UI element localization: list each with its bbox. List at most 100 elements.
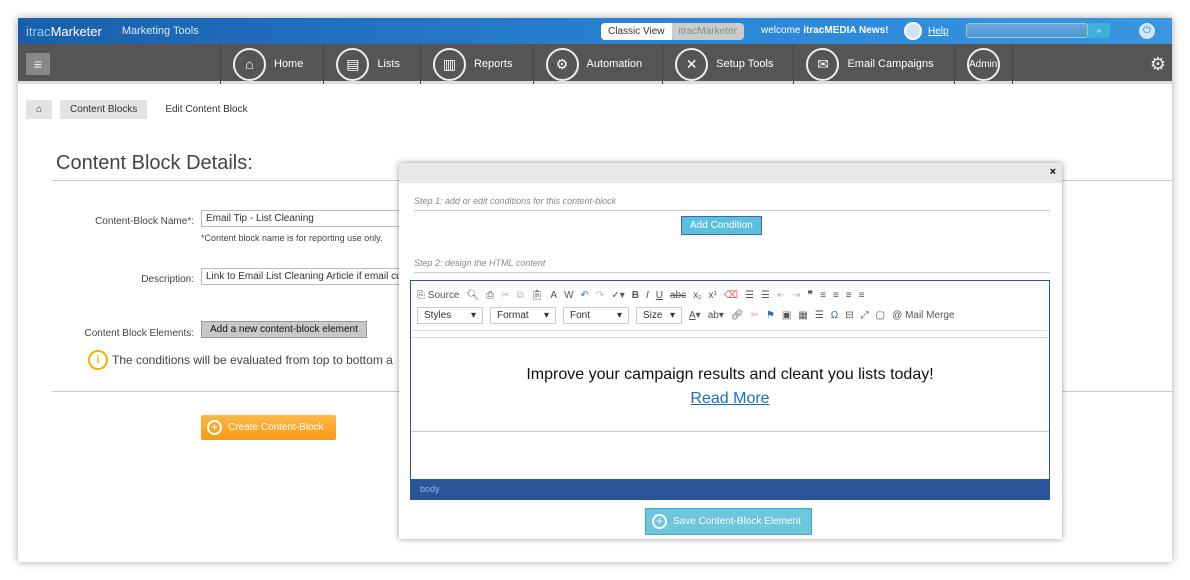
search-input[interactable] [966, 23, 1088, 38]
info-message: i The conditions will be evaluated from t… [88, 350, 393, 370]
redo-icon[interactable]: ↷ [596, 290, 604, 301]
editor-path-bar[interactable]: body [411, 479, 1049, 499]
help-icon[interactable] [904, 22, 922, 40]
contacts-icon: ▤ [336, 47, 370, 81]
name-note: *Content block name is for reporting use… [201, 233, 383, 243]
elements-label: Content Block Elements: [84, 328, 195, 339]
add-condition-button[interactable]: Add Condition [681, 216, 762, 235]
paste-text-icon[interactable]: A [550, 290, 557, 301]
mail-merge-button[interactable]: @ Mail Merge [892, 310, 954, 321]
name-label: Content-Block Name*: [95, 216, 194, 227]
source-button[interactable]: ⎘ Source [417, 290, 459, 301]
step1-label: Step 1: add or edit conditions for this … [414, 196, 1050, 211]
breadcrumb-current: Edit Content Block [165, 104, 248, 115]
power-icon[interactable]: ⏻ [1139, 23, 1155, 39]
horizontal-line-icon[interactable]: ☰ [815, 310, 824, 321]
welcome-text: welcome itracMEDIA News! [761, 25, 889, 36]
page-break-icon[interactable]: ⊟ [845, 310, 853, 321]
editor-content[interactable]: Improve your campaign results and cleant… [411, 337, 1049, 432]
subscript-icon[interactable]: x₁ [693, 290, 701, 301]
print-icon[interactable]: ⎙ [486, 290, 494, 301]
html-editor: ⎘ Source 🔍︎ ⎙ ✂ ⧉ 📋︎ A W ↶ ↷ ✓▾ BIU abc x₁ x¹ ⌫… [410, 280, 1050, 500]
bold-icon[interactable]: B [632, 290, 639, 301]
special-char-icon[interactable]: Ω [831, 310, 838, 321]
styles-dropdown[interactable]: Styles ▾ [417, 306, 483, 324]
maximize-icon[interactable]: ⤢ [861, 310, 869, 321]
plus-icon: + [207, 420, 222, 435]
gear-icon[interactable]: ⚙ [1150, 54, 1166, 75]
home-icon[interactable]: ⌂ [26, 100, 53, 119]
save-element-button[interactable]: + Save Content-Block Element [645, 508, 812, 535]
nav-home[interactable]: ⌂ Home [220, 44, 323, 84]
preview-icon[interactable]: 🔍︎ [466, 290, 479, 301]
outdent-icon[interactable]: ⇤ [777, 290, 785, 301]
main-nav: ≡ ⌂ Home ▤ Lists ▥ Reports ⚙ Automation ✕ Set… [18, 44, 1172, 84]
classic-view-button[interactable]: Classic View [601, 23, 672, 40]
menu-icon[interactable]: ≡ [26, 53, 50, 75]
italic-icon[interactable]: I [646, 290, 649, 301]
bar-chart-icon: ▥ [432, 47, 466, 81]
breadcrumb-content-blocks[interactable]: Content Blocks [60, 100, 148, 119]
align-center-icon[interactable]: ≡ [833, 290, 839, 301]
undo-icon[interactable]: ↶ [581, 290, 589, 301]
table-icon[interactable]: ▦ [798, 310, 807, 321]
page-title: Content Block Details: [56, 152, 253, 174]
unlink-icon[interactable]: ✂ [751, 310, 759, 321]
marketing-tools-label: Marketing Tools [121, 25, 199, 37]
nav-email-campaigns[interactable]: ✉ Email Campaigns [793, 44, 953, 84]
spellcheck-icon[interactable]: ✓▾ [611, 290, 624, 301]
logo[interactable]: itracMarketer [26, 24, 102, 39]
copy-icon[interactable]: ⧉ [517, 290, 524, 301]
indent-icon[interactable]: ⇥ [792, 290, 800, 301]
name-input[interactable]: Email Tip - List Cleaning [201, 210, 421, 227]
align-left-icon[interactable]: ≡ [820, 290, 826, 301]
nav-automation[interactable]: ⚙ Automation [532, 44, 663, 84]
paste-icon[interactable]: 📋︎ [531, 290, 544, 301]
itracmarketer-view-button[interactable]: itracMarketer [671, 23, 744, 40]
strikethrough-icon[interactable]: abc [670, 290, 686, 301]
search-button[interactable]: ⌕ [1088, 23, 1110, 38]
breadcrumb: ⌂ Content Blocks Edit Content Block [26, 100, 266, 119]
size-dropdown[interactable]: Size ▾ [636, 306, 682, 324]
numbered-list-icon[interactable]: ☰ [745, 290, 754, 301]
info-icon: i [88, 350, 108, 370]
read-more-link[interactable]: Read More [411, 390, 1049, 408]
format-dropdown[interactable]: Format ▾ [490, 306, 556, 324]
bg-color-icon[interactable]: ab▾ [708, 310, 724, 321]
close-icon[interactable]: × [1050, 166, 1056, 178]
remove-format-icon[interactable]: ⌫ [724, 290, 738, 301]
plus-icon: + [652, 514, 667, 529]
tools-icon: ✕ [675, 47, 709, 81]
justify-icon[interactable]: ≡ [859, 290, 865, 301]
nav-setup-tools[interactable]: ✕ Setup Tools [662, 44, 793, 84]
home-icon: ⌂ [233, 47, 266, 81]
align-right-icon[interactable]: ≡ [846, 290, 852, 301]
nav-admin[interactable]: Admin [953, 44, 1013, 84]
help-link[interactable]: Help [928, 26, 949, 37]
superscript-icon[interactable]: x¹ [708, 290, 716, 301]
add-element-button[interactable]: Add a new content-block element [201, 321, 367, 338]
content-block-element-dialog: × Step 1: add or edit conditions for thi… [399, 163, 1062, 539]
font-dropdown[interactable]: Font ▾ [563, 306, 629, 324]
nav-reports[interactable]: ▥ Reports [419, 44, 533, 84]
image-icon[interactable]: ▣ [782, 310, 791, 321]
admin-label: Admin [966, 47, 1000, 81]
editor-toolbar: ⎘ Source 🔍︎ ⎙ ✂ ⧉ 📋︎ A W ↶ ↷ ✓▾ BIU abc x₁ x¹ ⌫… [411, 281, 1049, 331]
description-input[interactable]: Link to Email List Cleaning Article if e… [201, 268, 421, 285]
link-icon[interactable]: 🔗︎ [731, 310, 744, 321]
paste-word-icon[interactable]: W [564, 290, 573, 301]
text-color-icon[interactable]: A▾ [689, 310, 701, 321]
content-text: Improve your campaign results and cleant… [526, 366, 934, 383]
bullet-list-icon[interactable]: ☰ [761, 290, 770, 301]
cut-icon[interactable]: ✂ [501, 290, 509, 301]
anchor-icon[interactable]: ⚑ [766, 310, 775, 321]
show-blocks-icon[interactable]: ▢ [876, 310, 885, 321]
nav-lists[interactable]: ▤ Lists [323, 44, 420, 84]
description-label: Description: [141, 274, 194, 285]
underline-icon[interactable]: U [656, 290, 663, 301]
create-content-block-button[interactable]: + Create Content-Block [201, 415, 336, 440]
view-toggle: Classic View itracMarketer [601, 23, 744, 40]
blockquote-icon[interactable]: ❞ [808, 290, 813, 301]
top-bar: itracMarketer Marketing Tools Classic Vi… [18, 18, 1172, 44]
gears-icon: ⚙ [545, 47, 579, 81]
